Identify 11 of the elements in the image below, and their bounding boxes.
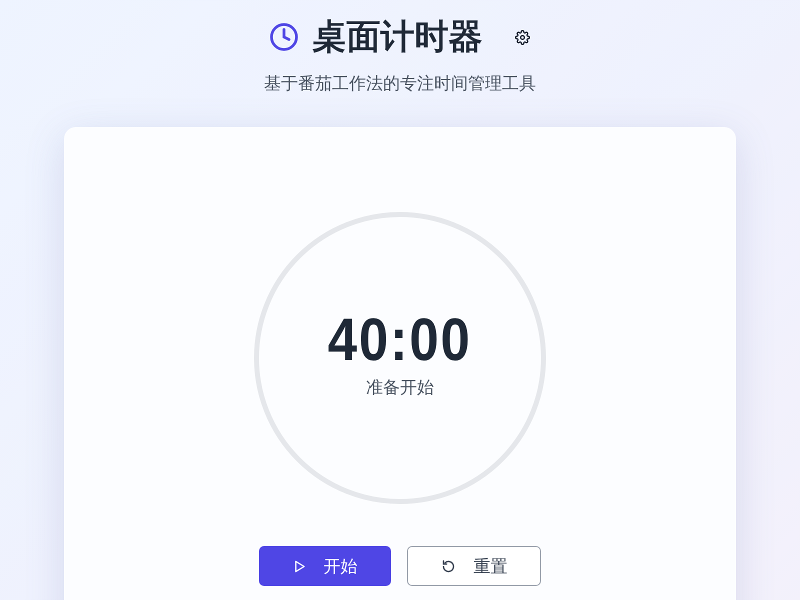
subtitle: 基于番茄工作法的专注时间管理工具 bbox=[264, 73, 536, 95]
reset-icon bbox=[440, 558, 456, 574]
clock-icon bbox=[268, 22, 298, 52]
start-button[interactable]: 开始 bbox=[259, 546, 391, 586]
settings-icon bbox=[514, 30, 530, 44]
app-title: 桌面计时器 bbox=[312, 17, 482, 58]
settings-button[interactable] bbox=[512, 28, 532, 46]
play-icon bbox=[292, 560, 306, 572]
timer-status: 准备开始 bbox=[366, 377, 434, 399]
reset-button[interactable]: 重置 bbox=[407, 546, 541, 586]
time-display: 40:00 bbox=[328, 305, 472, 374]
